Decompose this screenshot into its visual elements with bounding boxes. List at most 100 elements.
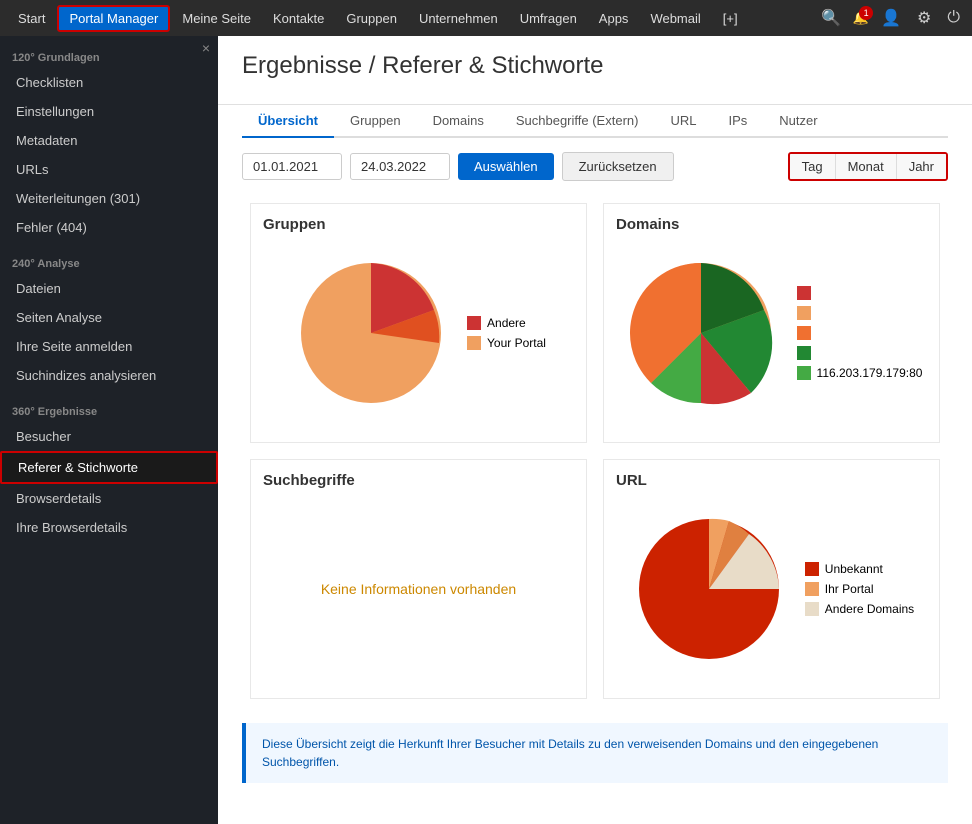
sidebar-item-seiten-analyse[interactable]: Seiten Analyse — [0, 303, 218, 332]
nav-apps[interactable]: Apps — [589, 7, 639, 30]
chart-gruppen-inner: Andere Your Portal — [263, 243, 574, 423]
tab-nutzer[interactable]: Nutzer — [763, 105, 833, 138]
sidebar-item-ihre-browserdetails[interactable]: Ihre Browserdetails — [0, 513, 218, 542]
sidebar-item-referer[interactable]: Referer & Stichworte — [0, 451, 218, 484]
legend-color-d3 — [797, 326, 811, 340]
nav-plus[interactable]: [+] — [713, 7, 748, 30]
legend-item-d4 — [797, 346, 923, 360]
legend-item-unbekannt: Unbekannt — [805, 562, 914, 576]
period-tag-button[interactable]: Tag — [790, 154, 836, 179]
nav-portal-manager[interactable]: Portal Manager — [57, 5, 170, 32]
tab-suchbegriffe[interactable]: Suchbegriffe (Extern) — [500, 105, 655, 138]
period-monat-button[interactable]: Monat — [836, 154, 897, 179]
chart-domains-inner: 116.203.179.179:80 — [616, 243, 927, 423]
sidebar-item-einstellungen[interactable]: Einstellungen — [0, 97, 218, 126]
chart-gruppen-pie-wrap: Andere Your Portal — [291, 253, 546, 413]
domains-pie-svg — [621, 253, 781, 413]
legend-item-andere: Andere — [467, 316, 546, 330]
period-jahr-button[interactable]: Jahr — [897, 154, 946, 179]
nav-unternehmen[interactable]: Unternehmen — [409, 7, 508, 30]
legend-color-ihr-portal — [805, 582, 819, 596]
notification-badge-count: 1 — [859, 6, 873, 20]
chart-suchbegriffe-inner: Keine Informationen vorhanden — [263, 499, 574, 679]
sidebar-item-browserdetails[interactable]: Browserdetails — [0, 484, 218, 513]
page-title: Ergebnisse / Referer & Stichworte — [242, 52, 948, 80]
legend-label-andere: Andere — [487, 316, 526, 330]
sidebar-close-button[interactable]: × — [202, 40, 210, 56]
tab-bar: Übersicht Gruppen Domains Suchbegriffe (… — [242, 105, 948, 138]
legend-item-andere-domains: Andere Domains — [805, 602, 914, 616]
legend-label-unbekannt: Unbekannt — [825, 562, 883, 576]
nav-start[interactable]: Start — [8, 7, 55, 30]
legend-color-unbekannt — [805, 562, 819, 576]
sidebar-section-ergebnisse: 360° Ergebnisse — [0, 394, 218, 422]
main-content: Ergebnisse / Referer & Stichworte Übersi… — [218, 36, 972, 824]
period-group: Tag Monat Jahr — [788, 152, 948, 181]
gruppen-pie-svg — [291, 253, 451, 413]
sidebar-item-suchindizes[interactable]: Suchindizes analysieren — [0, 361, 218, 390]
chart-suchbegriffe: Suchbegriffe Keine Informationen vorhand… — [250, 459, 587, 699]
logout-icon[interactable]: ⏻ — [943, 7, 964, 29]
chart-domains-legend: 116.203.179.179:80 — [797, 286, 923, 380]
nav-webmail[interactable]: Webmail — [640, 7, 710, 30]
settings-icon[interactable]: ⚙ — [913, 6, 935, 30]
date-to-input[interactable] — [350, 153, 450, 180]
main-layout: × 120° Grundlagen Checklisten Einstellun… — [0, 36, 972, 824]
nav-meine-seite[interactable]: Meine Seite — [172, 7, 261, 30]
sidebar-item-ihre-seite[interactable]: Ihre Seite anmelden — [0, 332, 218, 361]
chart-url-title: URL — [616, 472, 927, 489]
tab-ips[interactable]: IPs — [712, 105, 763, 138]
sidebar-section-analyse: 240° Analyse — [0, 246, 218, 274]
sidebar-section-grundlagen: 120° Grundlagen — [0, 40, 218, 68]
sidebar: × 120° Grundlagen Checklisten Einstellun… — [0, 36, 218, 824]
user-icon[interactable]: 👤 — [877, 6, 905, 30]
legend-color-andere — [467, 316, 481, 330]
nav-kontakte[interactable]: Kontakte — [263, 7, 334, 30]
sidebar-item-dateien[interactable]: Dateien — [0, 274, 218, 303]
select-button[interactable]: Auswählen — [458, 153, 554, 180]
chart-domains-title: Domains — [616, 216, 927, 233]
sidebar-item-metadaten[interactable]: Metadaten — [0, 126, 218, 155]
info-box: Diese Übersicht zeigt die Herkunft Ihrer… — [242, 723, 948, 783]
legend-item-d1 — [797, 286, 923, 300]
top-nav-right: 🔍 🔔 1 👤 ⚙ ⏻ — [817, 6, 964, 30]
legend-item-your-portal: Your Portal — [467, 336, 546, 350]
chart-gruppen-legend: Andere Your Portal — [467, 316, 546, 350]
sidebar-item-urls[interactable]: URLs — [0, 155, 218, 184]
sidebar-item-besucher[interactable]: Besucher — [0, 422, 218, 451]
legend-label-ihr-portal: Ihr Portal — [825, 582, 874, 596]
chart-suchbegriffe-no-data: Keine Informationen vorhanden — [281, 541, 556, 637]
tab-ubersicht[interactable]: Übersicht — [242, 105, 334, 138]
legend-color-your-portal — [467, 336, 481, 350]
chart-gruppen: Gruppen — [250, 203, 587, 443]
legend-label-andere-domains: Andere Domains — [825, 602, 914, 616]
page-header: Ergebnisse / Referer & Stichworte — [218, 36, 972, 105]
nav-gruppen[interactable]: Gruppen — [336, 7, 407, 30]
charts-grid: Gruppen — [218, 195, 972, 707]
chart-domains-pie-wrap: 116.203.179.179:80 — [621, 253, 923, 413]
legend-color-d2 — [797, 306, 811, 320]
filter-bar: Auswählen Zurücksetzen Tag Monat Jahr — [218, 138, 972, 195]
date-from-input[interactable] — [242, 153, 342, 180]
tab-gruppen[interactable]: Gruppen — [334, 105, 417, 138]
notification-icon[interactable]: 🔔 1 — [853, 10, 869, 26]
chart-domains: Domains — [603, 203, 940, 443]
reset-button[interactable]: Zurücksetzen — [562, 152, 674, 181]
sidebar-item-checklisten[interactable]: Checklisten — [0, 68, 218, 97]
chart-url: URL — [603, 459, 940, 699]
chart-url-pie-wrap: Unbekannt Ihr Portal Andere Domains — [629, 509, 914, 669]
url-pie-svg — [629, 509, 789, 669]
nav-umfragen[interactable]: Umfragen — [510, 7, 587, 30]
legend-color-d4 — [797, 346, 811, 360]
sidebar-item-fehler[interactable]: Fehler (404) — [0, 213, 218, 242]
sidebar-item-weiterleitungen[interactable]: Weiterleitungen (301) — [0, 184, 218, 213]
legend-color-d5 — [797, 366, 811, 380]
legend-color-andere-domains — [805, 602, 819, 616]
tab-domains[interactable]: Domains — [417, 105, 500, 138]
tab-url[interactable]: URL — [654, 105, 712, 138]
chart-suchbegriffe-title: Suchbegriffe — [263, 472, 574, 489]
search-icon[interactable]: 🔍 — [817, 6, 845, 30]
legend-item-d3 — [797, 326, 923, 340]
chart-url-inner: Unbekannt Ihr Portal Andere Domains — [616, 499, 927, 679]
info-text: Diese Übersicht zeigt die Herkunft Ihrer… — [262, 737, 878, 769]
